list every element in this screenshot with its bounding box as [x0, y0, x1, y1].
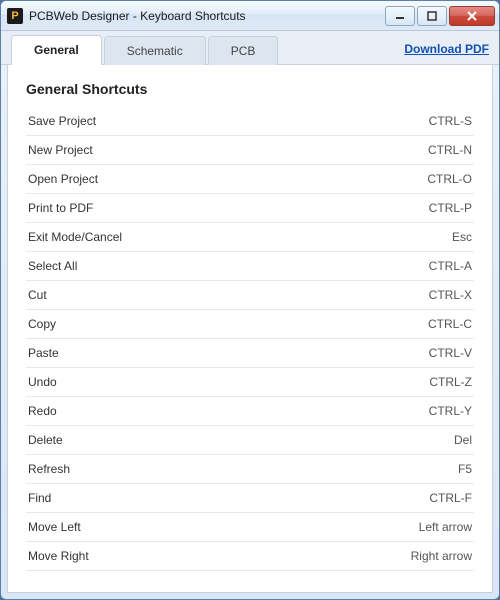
maximize-icon — [427, 11, 437, 21]
shortcut-action: Cut — [28, 288, 47, 302]
shortcut-row: Delete Del — [26, 426, 474, 455]
shortcut-action: Select All — [28, 259, 77, 273]
tab-schematic[interactable]: Schematic — [104, 36, 206, 65]
app-window: P PCBWeb Designer - Keyboard Shortcuts G… — [0, 0, 500, 600]
shortcut-key: CTRL-F — [429, 491, 472, 505]
shortcut-row: Redo CTRL-Y — [26, 397, 474, 426]
shortcut-action: New Project — [28, 143, 93, 157]
tab-bar: GeneralSchematicPCB Download PDF — [1, 31, 499, 65]
close-icon — [466, 10, 478, 22]
shortcut-row: New Project CTRL-N — [26, 136, 474, 165]
shortcut-action: Open Project — [28, 172, 98, 186]
minimize-button[interactable] — [385, 6, 415, 26]
section-title: General Shortcuts — [26, 81, 474, 97]
minimize-icon — [395, 11, 405, 21]
shortcut-row: Print to PDF CTRL-P — [26, 194, 474, 223]
shortcut-action: Print to PDF — [28, 201, 93, 215]
shortcut-key: CTRL-X — [429, 288, 472, 302]
shortcut-key: Right arrow — [411, 549, 472, 563]
tab-pcb[interactable]: PCB — [208, 36, 279, 65]
close-button[interactable] — [449, 6, 495, 26]
shortcut-row: Move Right Right arrow — [26, 542, 474, 571]
app-icon: P — [7, 8, 23, 24]
shortcut-row: Cut CTRL-X — [26, 281, 474, 310]
shortcut-action: Refresh — [28, 462, 70, 476]
shortcut-key: Del — [454, 433, 472, 447]
content-panel: General Shortcuts Save Project CTRL-S New … — [7, 65, 493, 593]
shortcut-action: Exit Mode/Cancel — [28, 230, 122, 244]
download-pdf-link[interactable]: Download PDF — [404, 42, 489, 64]
shortcut-row: Save Project CTRL-S — [26, 107, 474, 136]
shortcut-key: Left arrow — [419, 520, 472, 534]
shortcut-key: CTRL-N — [428, 143, 472, 157]
shortcut-action: Redo — [28, 404, 57, 418]
titlebar: P PCBWeb Designer - Keyboard Shortcuts — [1, 1, 499, 31]
shortcut-key: CTRL-A — [429, 259, 472, 273]
shortcuts-scroll[interactable]: General Shortcuts Save Project CTRL-S New … — [8, 65, 492, 592]
shortcut-action: Copy — [28, 317, 56, 331]
shortcut-row: Exit Mode/Cancel Esc — [26, 223, 474, 252]
shortcut-row: Open Project CTRL-O — [26, 165, 474, 194]
shortcut-key: Esc — [452, 230, 472, 244]
shortcut-row: Copy CTRL-C — [26, 310, 474, 339]
shortcut-row: Move Left Left arrow — [26, 513, 474, 542]
tab-general[interactable]: General — [11, 35, 102, 65]
shortcut-row: Select All CTRL-A — [26, 252, 474, 281]
shortcut-action: Undo — [28, 375, 57, 389]
shortcut-row: Paste CTRL-V — [26, 339, 474, 368]
shortcut-row: Refresh F5 — [26, 455, 474, 484]
shortcut-action: Paste — [28, 346, 59, 360]
shortcut-key: CTRL-S — [429, 114, 472, 128]
shortcut-key: CTRL-V — [429, 346, 472, 360]
shortcut-action: Find — [28, 491, 51, 505]
shortcut-action: Move Right — [28, 549, 89, 563]
shortcut-action: Save Project — [28, 114, 96, 128]
shortcut-key: F5 — [458, 462, 472, 476]
shortcut-row: Find CTRL-F — [26, 484, 474, 513]
shortcut-key: CTRL-P — [429, 201, 472, 215]
shortcut-action: Delete — [28, 433, 63, 447]
window-title: PCBWeb Designer - Keyboard Shortcuts — [29, 9, 383, 23]
shortcut-key: CTRL-C — [428, 317, 472, 331]
shortcut-key: CTRL-Y — [429, 404, 472, 418]
maximize-button[interactable] — [417, 6, 447, 26]
shortcut-row: Undo CTRL-Z — [26, 368, 474, 397]
shortcut-key: CTRL-Z — [429, 375, 472, 389]
shortcut-key: CTRL-O — [427, 172, 472, 186]
shortcut-action: Move Left — [28, 520, 81, 534]
